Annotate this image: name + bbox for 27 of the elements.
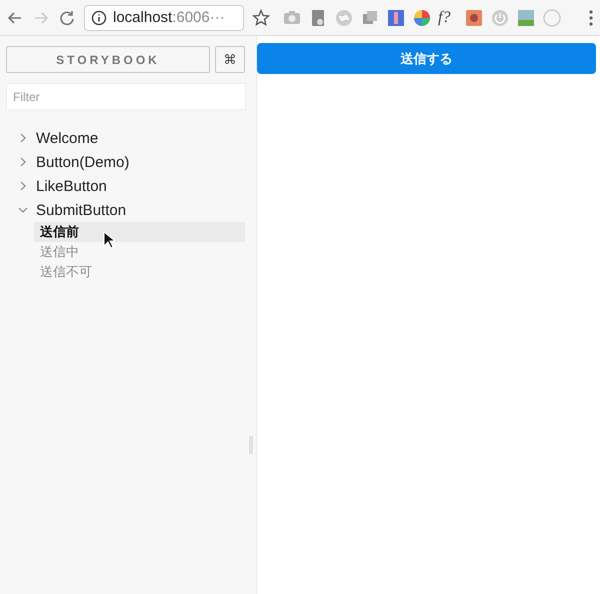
storybook-button[interactable]: STORYBOOK <box>6 46 210 73</box>
tile-icon[interactable] <box>386 8 406 28</box>
tile-icon[interactable] <box>516 8 536 28</box>
menu-icon[interactable] <box>588 8 594 26</box>
extension-label[interactable]: f? <box>438 8 458 26</box>
address-port: :6006··· <box>172 9 225 26</box>
caret-icon[interactable] <box>18 205 28 215</box>
tree-item[interactable]: Welcome <box>36 130 98 146</box>
info-icon <box>91 10 107 26</box>
cursor-icon <box>103 231 115 249</box>
submit-button[interactable]: 送信する <box>257 43 596 74</box>
tree-item[interactable]: LikeButton <box>36 178 107 194</box>
shortcuts-button[interactable]: ⌘ <box>215 46 245 73</box>
star-icon[interactable] <box>252 8 270 26</box>
tree-item[interactable]: SubmitButton <box>36 202 126 218</box>
tree-item[interactable]: Button(Demo) <box>36 154 130 170</box>
story-item[interactable]: 送信前 <box>34 222 245 242</box>
caret-icon[interactable] <box>18 181 28 191</box>
address-host: localhost <box>113 9 172 26</box>
reload-icon[interactable] <box>58 8 76 26</box>
resize-handle-icon[interactable] <box>249 436 253 454</box>
caret-icon[interactable] <box>18 133 28 143</box>
filter-field[interactable]: Filter <box>6 83 246 110</box>
address-bar[interactable]: localhost:6006··· <box>84 4 244 30</box>
color-wheel-icon[interactable] <box>412 8 432 28</box>
caret-icon[interactable] <box>18 157 28 167</box>
tile-icon[interactable] <box>464 8 484 28</box>
